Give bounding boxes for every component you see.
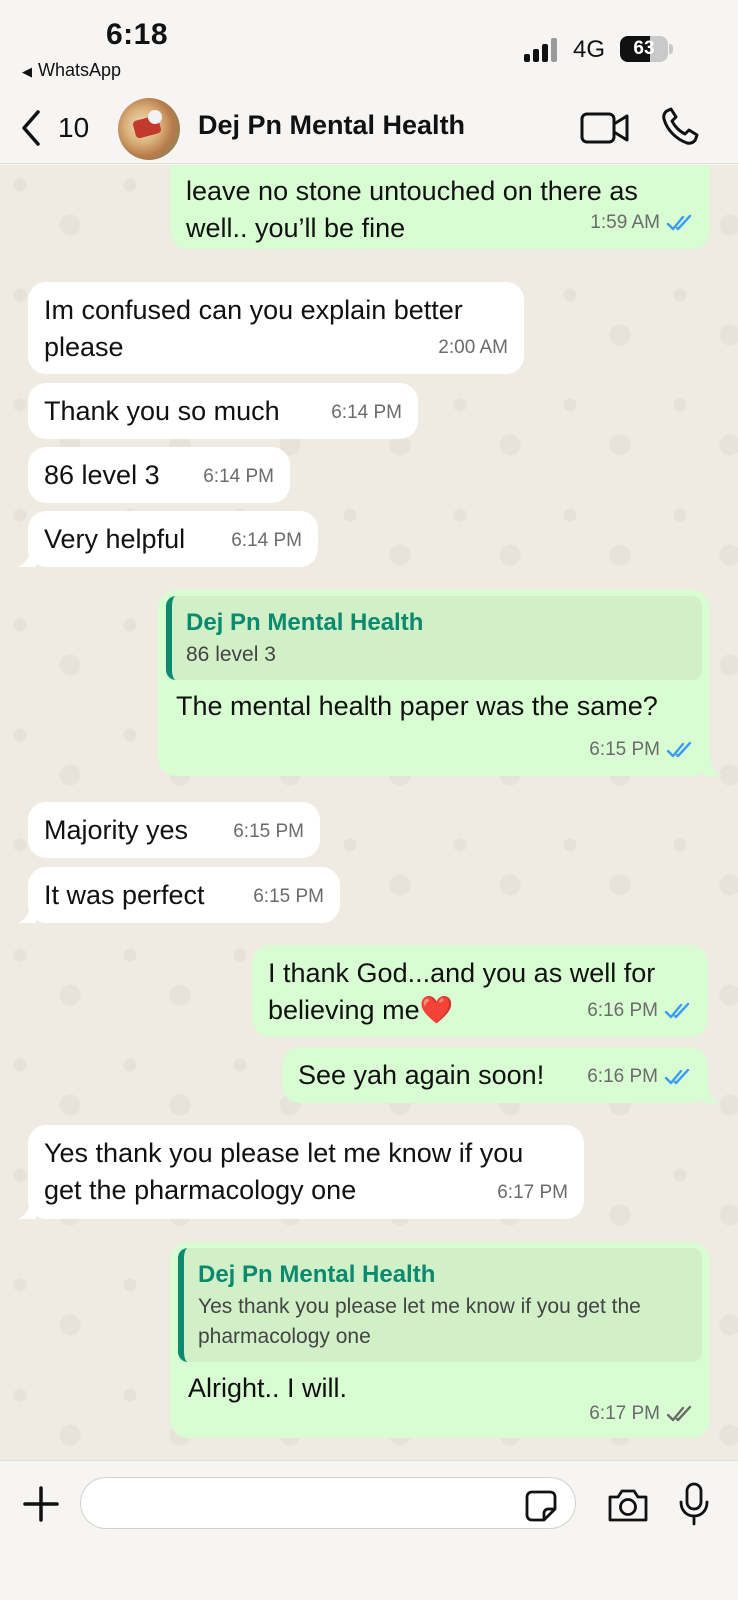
message-text: Very helpful (44, 524, 186, 554)
message-incoming[interactable]: 86 level 3 6:14 PM (28, 447, 290, 503)
read-receipt-icon (666, 741, 692, 757)
microphone-icon[interactable] (676, 1481, 712, 1527)
message-time: 6:15 PM (253, 886, 324, 907)
quoted-reply[interactable]: Dej Pn Mental Health 86 level 3 (166, 596, 702, 680)
message-text: See yah again soon! (298, 1060, 545, 1090)
bubble-tail (18, 905, 36, 923)
message-time: 6:14 PM (203, 466, 274, 487)
back-triangle-icon: ◀ (22, 64, 32, 79)
message-incoming[interactable]: Yes thank you please let me know if you … (28, 1125, 584, 1219)
avatar-detail (148, 110, 162, 124)
message-meta: 6:17 PM (589, 1395, 694, 1432)
camera-icon[interactable] (606, 1487, 650, 1523)
bubble-tail (18, 549, 36, 567)
battery-icon: 63 (620, 36, 668, 62)
message-text: Im confused can you explain better pleas… (44, 295, 463, 362)
message-meta: 6:14 PM (331, 394, 402, 431)
message-time: 6:16 PM (587, 1000, 658, 1021)
message-meta: 6:16 PM (587, 992, 692, 1029)
message-text: It was perfect (44, 880, 205, 910)
quoted-reply[interactable]: Dej Pn Mental Health Yes thank you pleas… (178, 1248, 702, 1362)
message-meta: 6:14 PM (231, 522, 302, 559)
message-incoming[interactable]: Im confused can you explain better pleas… (28, 282, 524, 374)
message-outgoing[interactable]: See yah again soon! 6:16 PM (282, 1047, 708, 1103)
delivered-receipt-icon (666, 1405, 692, 1421)
message-incoming[interactable]: Majority yes 6:15 PM (28, 802, 320, 858)
message-time: 6:14 PM (331, 402, 402, 423)
bubble-tail (18, 1201, 36, 1219)
chat-title[interactable]: Dej Pn Mental Health (198, 110, 465, 141)
quoted-sender: Dej Pn Mental Health (198, 1261, 436, 1288)
message-time: 2:00 AM (438, 337, 508, 358)
message-meta: 2:00 AM (438, 329, 508, 366)
message-outgoing[interactable]: Dej Pn Mental Health 86 level 3 The ment… (158, 590, 710, 776)
message-text: Thank you so much (44, 396, 280, 426)
message-incoming[interactable]: Thank you so much 6:14 PM (28, 383, 418, 439)
quoted-text: Yes thank you please let me know if you … (198, 1295, 641, 1348)
message-meta: 6:16 PM (587, 1058, 692, 1095)
message-input[interactable] (80, 1477, 576, 1529)
message-list[interactable]: leave no stone untouched on there as wel… (0, 165, 738, 1460)
battery-cap (669, 44, 673, 54)
message-text: Majority yes (44, 815, 189, 845)
quoted-sender: Dej Pn Mental Health (186, 609, 424, 636)
message-time: 6:15 PM (233, 821, 304, 842)
message-outgoing[interactable]: leave no stone untouched on there as wel… (170, 165, 710, 249)
back-app-label: WhatsApp (38, 60, 122, 80)
message-text: The mental health paper was the same? (176, 691, 658, 721)
message-meta: 1:59 AM (590, 204, 694, 241)
message-meta: 6:15 PM (253, 878, 324, 915)
message-time: 6:17 PM (497, 1182, 568, 1203)
message-time: 6:16 PM (587, 1066, 658, 1087)
message-outgoing[interactable]: Dej Pn Mental Health Yes thank you pleas… (170, 1242, 710, 1438)
quoted-text: 86 level 3 (186, 643, 276, 666)
plus-icon[interactable] (22, 1485, 60, 1523)
message-meta: 6:15 PM (233, 813, 304, 850)
message-incoming[interactable]: It was perfect 6:15 PM (28, 867, 340, 923)
message-time: 6:15 PM (589, 739, 660, 760)
message-outgoing[interactable]: I thank God...and you as well for believ… (252, 945, 708, 1037)
bubble-tail (702, 1085, 720, 1103)
message-composer (0, 1460, 738, 1600)
status-bar: 6:18 ◀ WhatsApp 4G 63 (0, 0, 738, 92)
message-time: 6:14 PM (231, 530, 302, 551)
back-button[interactable]: 10 (18, 106, 89, 150)
read-receipt-icon (666, 214, 692, 230)
read-receipt-icon (664, 1002, 690, 1018)
voice-call-icon[interactable] (660, 106, 700, 148)
status-time: 6:18 (106, 18, 169, 51)
back-to-app-link[interactable]: ◀ WhatsApp (22, 60, 121, 81)
message-text: leave no stone untouched on there as wel… (186, 176, 638, 243)
message-time: 6:17 PM (589, 1403, 660, 1424)
battery-level: 63 (633, 38, 655, 59)
avatar[interactable] (118, 98, 180, 160)
message-text: Yes thank you please let me know if you … (44, 1138, 524, 1205)
message-time: 1:59 AM (590, 212, 660, 233)
message-meta: 6:17 PM (497, 1174, 568, 1211)
message-meta: 6:15 PM (589, 731, 694, 768)
network-type: 4G (573, 36, 606, 63)
chat-header: 10 Dej Pn Mental Health (0, 92, 738, 164)
video-call-icon[interactable] (580, 110, 630, 146)
message-incoming[interactable]: Very helpful 6:14 PM (28, 511, 318, 567)
message-meta: 6:14 PM (203, 458, 274, 495)
back-chevron-icon (22, 110, 40, 146)
sticker-icon[interactable] (524, 1489, 558, 1523)
unread-count: 10 (58, 112, 90, 143)
bubble-tail (704, 758, 722, 776)
message-text: 86 level 3 (44, 460, 160, 490)
cellular-signal-icon (524, 38, 560, 62)
read-receipt-icon (664, 1068, 690, 1084)
